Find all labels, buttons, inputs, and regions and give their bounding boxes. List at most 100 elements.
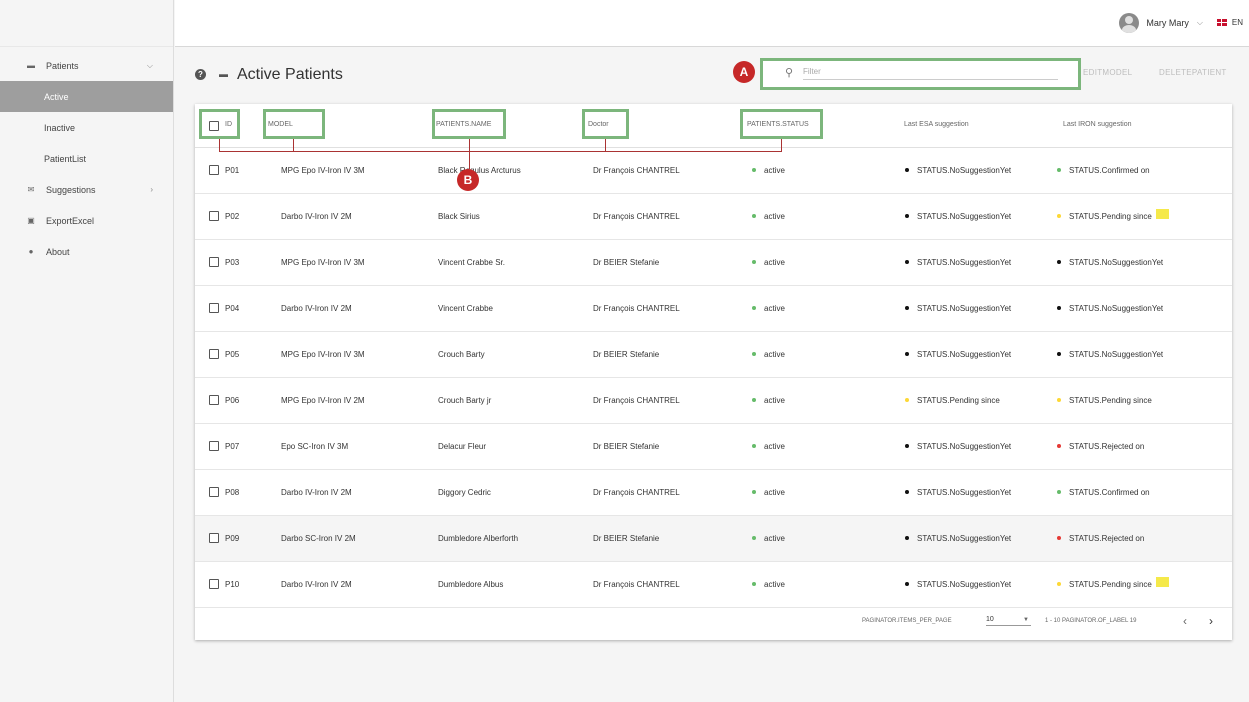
note-icon[interactable] — [1155, 577, 1169, 587]
language-selector[interactable]: EN — [1216, 18, 1243, 27]
cell-status: active — [752, 166, 785, 175]
iron-text: STATUS.Confirmed on — [1069, 488, 1150, 497]
cell-status: active — [752, 304, 785, 313]
esa-text: STATUS.NoSuggestionYet — [917, 212, 1012, 221]
table-row[interactable]: P08 Darbo IV-Iron IV 2M Diggory Cedric Dr F… — [195, 470, 1232, 516]
previous-page-button[interactable]: ‹ — [1183, 614, 1187, 628]
sidebar-item-about[interactable]: ● About — [0, 236, 173, 267]
annotation-marker-b: B — [457, 169, 479, 191]
cell-name: Crouch Barty jr — [438, 396, 492, 405]
sidebar-item-suggestions[interactable]: ✉ Suggestions › — [0, 174, 173, 205]
user-name: Mary Mary — [1146, 18, 1189, 28]
status-dot — [905, 443, 909, 448]
filter-box: ⚲ — [760, 58, 1081, 90]
logo-area — [0, 0, 173, 47]
table-row[interactable]: P05 MPG Epo IV-Iron IV 3M Crouch Barty Dr B… — [195, 332, 1232, 378]
row-checkbox[interactable] — [209, 395, 219, 405]
status-dot — [752, 259, 756, 264]
row-checkbox[interactable] — [209, 533, 219, 543]
cell-status: active — [752, 396, 785, 405]
table-row[interactable]: P07 Epo SC-Iron IV 3M Delacur Fleur Dr BEIE… — [195, 424, 1232, 470]
cell-last-iron: STATUS.Confirmed on — [1057, 166, 1150, 175]
cell-doctor: Dr BEIER Stefanie — [593, 442, 660, 451]
sidebar-item-patients[interactable]: ▬ Patients ⌵ — [0, 50, 173, 81]
cell-doctor: Dr François CHANTREL — [593, 212, 680, 221]
column-header-last-iron[interactable]: Last IRON suggestion — [1063, 121, 1131, 128]
iron-text: STATUS.Pending since — [1069, 212, 1152, 222]
help-icon[interactable]: ? — [195, 69, 206, 80]
column-header-last-esa[interactable]: Last ESA suggestion — [904, 121, 969, 128]
sidebar-item-inactive[interactable]: Inactive — [0, 112, 173, 143]
cell-model: MPG Epo IV-Iron IV 3M — [281, 350, 365, 359]
cell-last-iron: STATUS.NoSuggestionYet — [1057, 258, 1163, 267]
filter-input[interactable] — [803, 67, 1058, 80]
status-dot — [1057, 351, 1061, 356]
status-text: active — [764, 396, 785, 405]
sidebar-item-patientlist[interactable]: PatientList — [0, 143, 173, 174]
user-menu[interactable]: Mary Mary ⌵ — [1119, 13, 1203, 33]
cell-doctor: Dr BEIER Stefanie — [593, 350, 660, 359]
status-dot — [1057, 305, 1061, 310]
envelope-icon: ✉ — [27, 185, 35, 194]
annotation-line — [605, 139, 606, 151]
cell-doctor: Dr François CHANTREL — [593, 488, 680, 497]
row-checkbox[interactable] — [209, 487, 219, 497]
highlight-id — [199, 109, 240, 139]
cell-last-esa: STATUS.NoSuggestionYet — [905, 212, 1011, 221]
floppy-icon: ▣ — [27, 216, 35, 225]
row-checkbox[interactable] — [209, 441, 219, 451]
row-checkbox[interactable] — [209, 211, 219, 221]
status-dot — [905, 535, 909, 540]
iron-text: STATUS.NoSuggestionYet — [1069, 258, 1164, 267]
row-checkbox[interactable] — [209, 303, 219, 313]
iron-text: STATUS.Rejected on — [1069, 442, 1145, 451]
caret-down-icon: ▼ — [1023, 617, 1029, 623]
row-checkbox[interactable] — [209, 257, 219, 267]
table-row[interactable]: P01 MPG Epo IV-Iron IV 3M Black Regulus Ar… — [195, 148, 1232, 194]
note-icon[interactable] — [1155, 209, 1169, 219]
next-page-button[interactable]: › — [1209, 614, 1213, 628]
table-row[interactable]: P03 MPG Epo IV-Iron IV 3M Vincent Crabbe S… — [195, 240, 1232, 286]
cell-id: P05 — [225, 350, 240, 359]
delete-patient-button[interactable]: DELETEPATIENT — [1159, 68, 1227, 77]
cell-model: Darbo IV-Iron IV 2M — [281, 580, 352, 589]
items-per-page-label: PAGINATOR.ITEMS_PER_PAGE — [862, 618, 952, 624]
row-checkbox[interactable] — [209, 165, 219, 175]
table-row[interactable]: P02 Darbo IV-Iron IV 2M Black Sirius Dr Fra… — [195, 194, 1232, 240]
cell-doctor: Dr François CHANTREL — [593, 396, 680, 405]
status-text: active — [764, 212, 785, 221]
row-checkbox[interactable] — [209, 349, 219, 359]
paginator: PAGINATOR.ITEMS_PER_PAGE 10 ▼ 1 - 10 PAG… — [195, 602, 1232, 640]
esa-text: STATUS.NoSuggestionYet — [917, 534, 1012, 543]
patients-table: ID MODEL PATIENTS.NAME Doctor PATIENTS.S… — [195, 104, 1232, 640]
status-dot — [752, 535, 756, 540]
status-dot — [1057, 397, 1061, 402]
status-dot — [752, 351, 756, 356]
cell-last-iron: STATUS.NoSuggestionYet — [1057, 350, 1163, 359]
cell-model: Darbo IV-Iron IV 2M — [281, 488, 352, 497]
status-dot — [905, 581, 909, 586]
info-icon: ● — [28, 247, 34, 256]
sidebar-item-label: Suggestions — [46, 184, 96, 195]
cell-id: P02 — [225, 212, 240, 221]
cell-last-esa: STATUS.NoSuggestionYet — [905, 580, 1011, 589]
cell-name: Dumbledore Albus — [438, 580, 504, 589]
sidebar-item-exportexcel[interactable]: ▣ ExportExcel — [0, 205, 173, 236]
table-row[interactable]: P09 Darbo SC-Iron IV 2M Dumbledore Alberfo… — [195, 516, 1232, 562]
cell-name: Delacur Fleur — [438, 442, 487, 451]
page-size-select[interactable]: 10 ▼ — [986, 616, 1031, 626]
table-row[interactable]: P06 MPG Epo IV-Iron IV 2M Crouch Barty jr D… — [195, 378, 1232, 424]
esa-text: STATUS.NoSuggestionYet — [917, 166, 1012, 175]
uk-flag-icon — [1216, 19, 1227, 26]
cell-status: active — [752, 488, 785, 497]
sidebar-item-active[interactable]: Active — [0, 81, 173, 112]
status-dot — [1057, 259, 1061, 264]
row-checkbox[interactable] — [209, 579, 219, 589]
table-row[interactable]: P04 Darbo IV-Iron IV 2M Vincent Crabbe Dr F… — [195, 286, 1232, 332]
annotation-line — [293, 139, 294, 151]
status-text: active — [764, 258, 785, 267]
iron-text: STATUS.Confirmed on — [1069, 166, 1150, 175]
cell-last-iron: STATUS.NoSuggestionYet — [1057, 304, 1163, 313]
chevron-right-icon: › — [150, 185, 153, 194]
edit-model-button[interactable]: EDITMODEL — [1083, 68, 1132, 77]
